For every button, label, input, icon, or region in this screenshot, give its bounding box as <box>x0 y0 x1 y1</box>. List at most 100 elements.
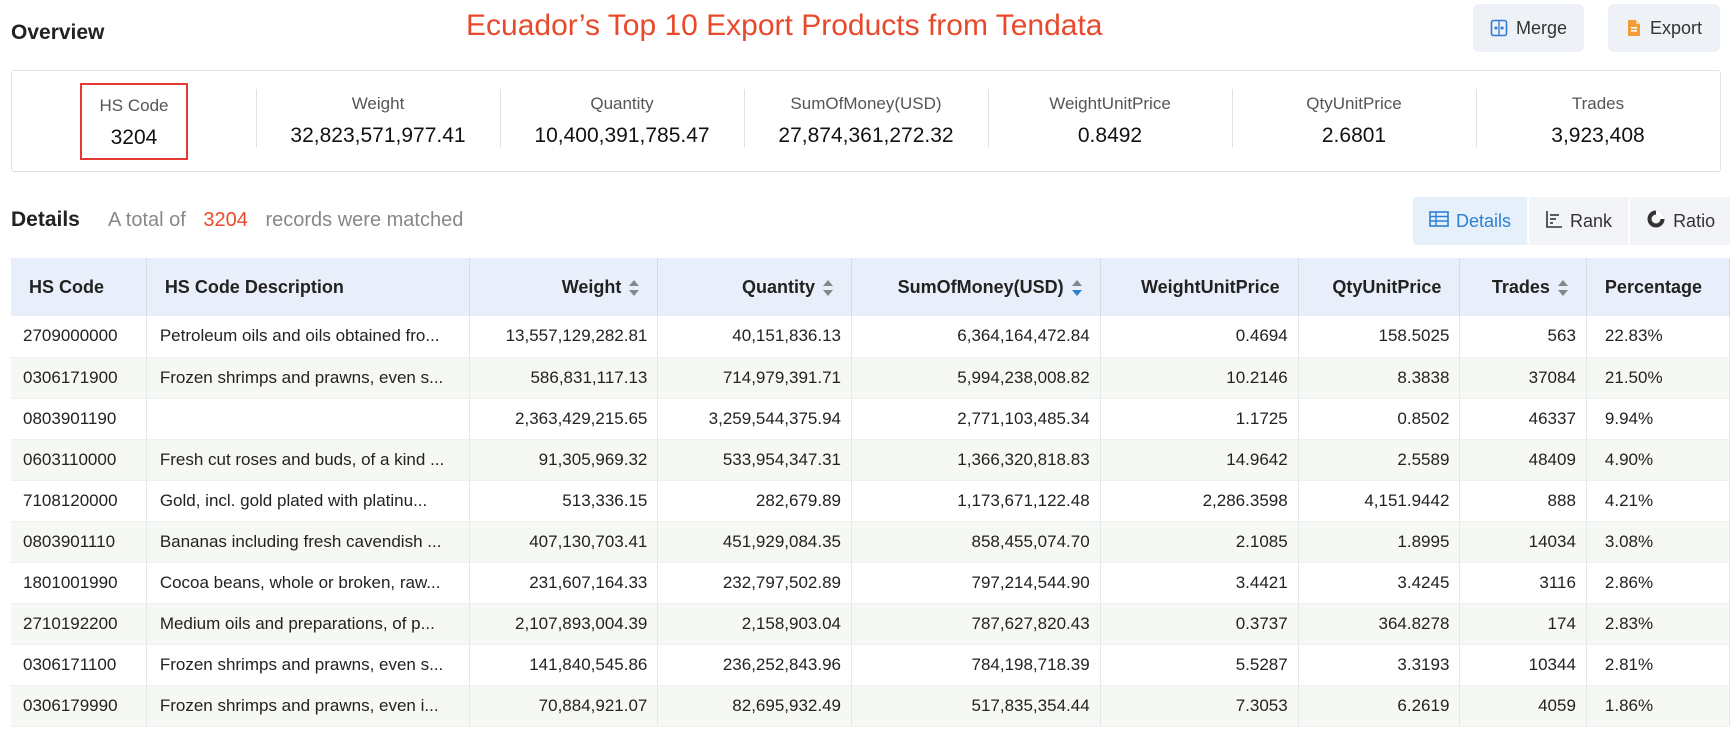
tab-rank[interactable]: Rank <box>1527 197 1628 245</box>
hs-code-cell: 0306179990 <box>11 685 147 727</box>
column-header-sum-of-money[interactable]: SumOfMoney(USD) <box>851 258 1101 316</box>
qty-unit-price-cell: 364.8278 <box>1298 603 1461 645</box>
percentage-cell: 21.50% <box>1586 357 1730 399</box>
table-row[interactable]: 1801001990 Cocoa beans, whole or broken, … <box>11 562 1730 604</box>
table-row[interactable]: 0803901110 Bananas including fresh cavend… <box>11 521 1730 563</box>
percentage-cell: 2.86% <box>1586 562 1730 604</box>
merge-button[interactable]: Merge <box>1473 4 1584 52</box>
table-row[interactable]: 0306171100 Frozen shrimps and prawns, eve… <box>11 644 1730 686</box>
rank-icon <box>1545 210 1563 233</box>
details-table: HS Code HS Code Description Weight Quant… <box>11 258 1730 727</box>
qty-unit-price-cell: 2.5589 <box>1298 439 1461 481</box>
weight-cell: 2,363,429,215.65 <box>469 398 659 440</box>
trades-cell: 563 <box>1459 316 1587 358</box>
records-prefix: A total of <box>108 209 186 231</box>
records-count: 3204 <box>203 209 248 231</box>
column-header-percentage: Percentage <box>1586 258 1730 316</box>
stat-value: 2.6801 <box>1321 124 1387 147</box>
hs-code-cell: 2710192200 <box>11 603 147 645</box>
sort-icon[interactable] <box>629 279 640 297</box>
column-header-qty-unit-price: QtyUnitPrice <box>1298 258 1461 316</box>
column-header-quantity[interactable]: Quantity <box>657 258 853 316</box>
trades-cell: 888 <box>1459 480 1587 522</box>
table-row[interactable]: 0306179990 Frozen shrimps and prawns, eve… <box>11 685 1730 727</box>
percentage-cell: 2.83% <box>1586 603 1730 645</box>
stat-weight-unit-price: WeightUnitPrice 0.8492 <box>988 71 1232 171</box>
stat-value: 0.8492 <box>1077 124 1143 147</box>
weight-unit-price-cell: 10.2146 <box>1100 357 1299 399</box>
tab-details[interactable]: Details <box>1413 197 1528 245</box>
trades-cell: 174 <box>1459 603 1587 645</box>
percentage-cell: 3.08% <box>1586 521 1730 563</box>
column-header-weight[interactable]: Weight <box>469 258 659 316</box>
stat-hs-code: HS Code 3204 <box>12 71 256 171</box>
trades-cell: 10344 <box>1459 644 1587 686</box>
weight-unit-price-cell: 2,286.3598 <box>1100 480 1299 522</box>
qty-unit-price-cell: 158.5025 <box>1298 316 1461 358</box>
stat-value: 3204 <box>110 125 158 149</box>
sum-of-money-cell: 858,455,074.70 <box>851 521 1101 563</box>
quantity-cell: 714,979,391.71 <box>657 357 853 399</box>
weight-unit-price-cell: 2.1085 <box>1100 521 1299 563</box>
export-icon <box>1626 19 1642 37</box>
trades-cell: 37084 <box>1459 357 1587 399</box>
weight-cell: 141,840,545.86 <box>469 644 659 686</box>
tab-label: Details <box>1456 210 1512 231</box>
weight-cell: 2,107,893,004.39 <box>469 603 659 645</box>
sort-icon[interactable] <box>823 279 834 297</box>
table-row[interactable]: 2709000000 Petroleum oils and oils obtain… <box>11 316 1730 358</box>
stat-value: 27,874,361,272.32 <box>778 124 954 147</box>
trades-cell: 46337 <box>1459 398 1587 440</box>
description-cell: Gold, incl. gold plated with platinu... <box>146 480 471 522</box>
table-header-row: HS Code HS Code Description Weight Quant… <box>11 258 1730 316</box>
records-matched-summary: A total of 3204 records were matched <box>108 209 463 232</box>
sum-of-money-cell: 784,198,718.39 <box>851 644 1101 686</box>
quantity-cell: 232,797,502.89 <box>657 562 853 604</box>
overview-title: Overview <box>11 21 105 44</box>
trades-cell: 48409 <box>1459 439 1587 481</box>
sum-of-money-cell: 797,214,544.90 <box>851 562 1101 604</box>
sort-icon[interactable] <box>1557 279 1568 297</box>
hs-code-cell: 0803901190 <box>11 398 147 440</box>
table-row[interactable]: 0603110000 Fresh cut roses and buds, of a… <box>11 439 1730 481</box>
trades-cell: 4059 <box>1459 685 1587 727</box>
weight-unit-price-cell: 0.3737 <box>1100 603 1299 645</box>
table-row[interactable]: 0803901190 2,363,429,215.65 3,259,544,375.… <box>11 398 1730 440</box>
quantity-cell: 82,695,932.49 <box>657 685 853 727</box>
stat-label: HS Code <box>99 95 169 115</box>
column-header-trades[interactable]: Trades <box>1459 258 1587 316</box>
export-button[interactable]: Export <box>1608 4 1720 52</box>
weight-cell: 586,831,117.13 <box>469 357 659 399</box>
sum-of-money-cell: 1,173,671,122.48 <box>851 480 1101 522</box>
description-cell: Bananas including fresh cavendish ... <box>146 521 471 563</box>
stat-label: QtyUnitPrice <box>1306 94 1402 113</box>
sum-of-money-cell: 1,366,320,818.83 <box>851 439 1101 481</box>
quantity-cell: 3,259,544,375.94 <box>657 398 853 440</box>
merge-icon <box>1490 19 1508 37</box>
stat-quantity: Quantity 10,400,391,785.47 <box>500 71 744 171</box>
table-icon <box>1429 210 1449 232</box>
merge-label: Merge <box>1515 17 1568 38</box>
stat-label: Weight <box>351 94 405 113</box>
column-header-hs-code: HS Code <box>11 258 147 316</box>
quantity-cell: 451,929,084.35 <box>657 521 853 563</box>
sort-desc-icon[interactable] <box>1071 279 1082 297</box>
qty-unit-price-cell: 0.8502 <box>1298 398 1461 440</box>
description-cell: Fresh cut roses and buds, of a kind ... <box>146 439 471 481</box>
stat-sum-of-money: SumOfMoney(USD) 27,874,361,272.32 <box>744 71 988 171</box>
hs-code-cell: 0306171100 <box>11 644 147 686</box>
tab-ratio[interactable]: Ratio <box>1628 197 1730 245</box>
sum-of-money-cell: 2,771,103,485.34 <box>851 398 1101 440</box>
tab-label: Ratio <box>1673 210 1716 231</box>
table-row[interactable]: 0306171900 Frozen shrimps and prawns, eve… <box>11 357 1730 399</box>
hs-code-cell: 2709000000 <box>11 316 147 358</box>
sum-of-money-cell: 517,835,354.44 <box>851 685 1101 727</box>
stat-label: WeightUnitPrice <box>1049 94 1171 113</box>
qty-unit-price-cell: 6.2619 <box>1298 685 1461 727</box>
quantity-cell: 40,151,836.13 <box>657 316 853 358</box>
table-row[interactable]: 2710192200 Medium oils and preparations, … <box>11 603 1730 645</box>
quantity-cell: 236,252,843.96 <box>657 644 853 686</box>
weight-cell: 407,130,703.41 <box>469 521 659 563</box>
table-row[interactable]: 7108120000 Gold, incl. gold plated with p… <box>11 480 1730 522</box>
description-cell: Cocoa beans, whole or broken, raw... <box>146 562 471 604</box>
